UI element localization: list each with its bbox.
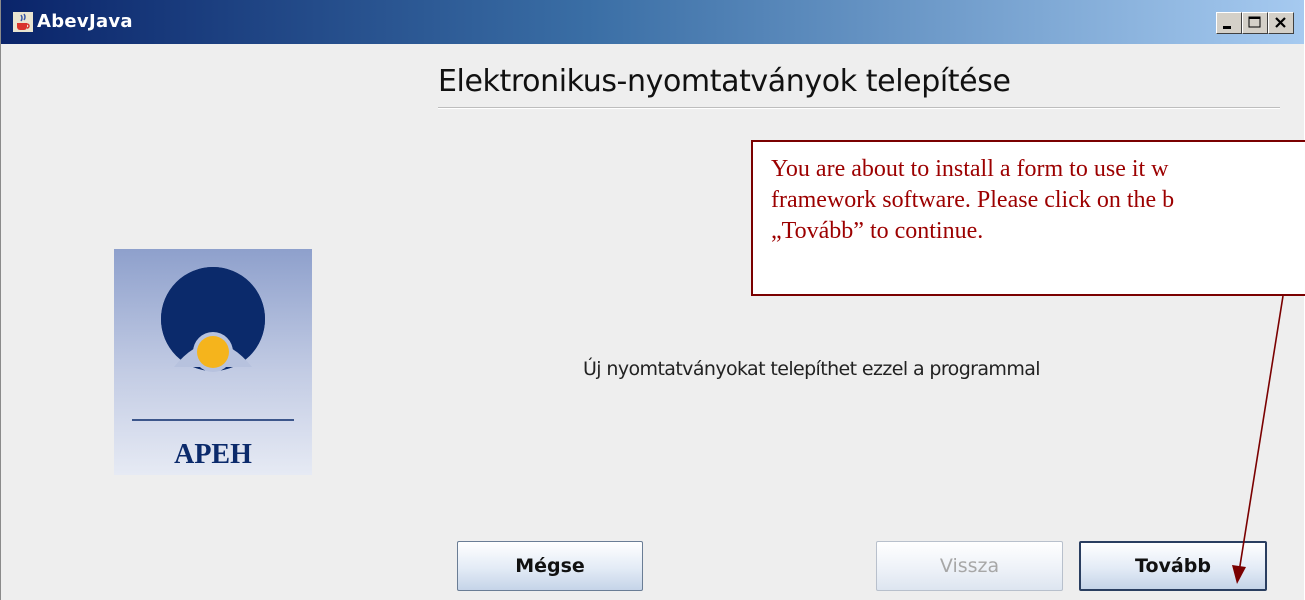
installer-window: AbevJava Elektronikus-nyomtatványok tele… [0,0,1305,600]
callout-arrow [1232,295,1284,584]
